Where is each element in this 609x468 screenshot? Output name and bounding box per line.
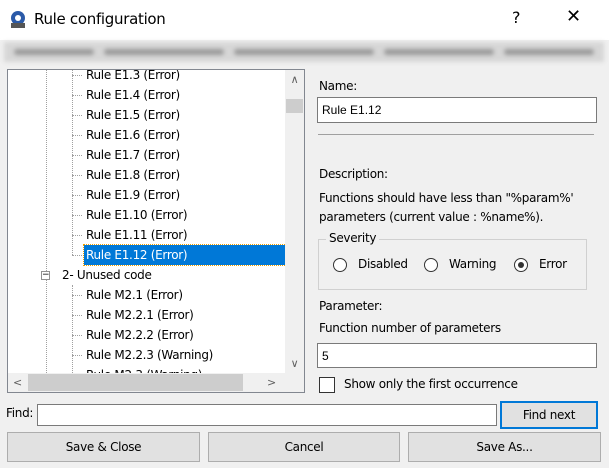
tree-item-label: Rule E1.5 (Error) xyxy=(86,108,180,122)
tree-line xyxy=(72,70,73,255)
tree-item-label: Rule E1.9 (Error) xyxy=(86,188,180,202)
tree-line xyxy=(72,335,82,336)
scroll-thumb[interactable] xyxy=(28,374,243,391)
separator xyxy=(318,134,594,135)
tree-line xyxy=(72,115,82,116)
tree-item-label: Rule E1.6 (Error) xyxy=(86,128,180,142)
tree-item-label: Rule E1.7 (Error) xyxy=(86,148,180,162)
severity-radio-warning[interactable] xyxy=(424,258,438,272)
severity-option-label: Error xyxy=(539,257,567,271)
scroll-thumb[interactable] xyxy=(286,99,303,113)
tree-item-label: Rule E1.11 (Error) xyxy=(86,228,188,242)
vertical-scrollbar[interactable]: ∧ ∨ xyxy=(285,70,304,373)
name-input[interactable] xyxy=(317,97,597,123)
tree-line xyxy=(72,135,82,136)
find-label: Find: xyxy=(6,406,34,420)
tree-line xyxy=(72,315,82,316)
parameter-input[interactable] xyxy=(317,343,597,368)
collapse-icon[interactable]: − xyxy=(41,271,50,280)
severity-option-label: Disabled xyxy=(358,257,408,271)
tree-item[interactable]: Rule E1.8 (Error) xyxy=(8,165,285,185)
scroll-down-icon[interactable]: ∨ xyxy=(286,355,303,372)
tree-item[interactable]: Rule M2.1 (Error) xyxy=(8,285,285,305)
parameter-name: Function number of parameters xyxy=(319,321,501,335)
scroll-right-icon[interactable]: > xyxy=(263,374,280,391)
tree-item-label: Rule E1.4 (Error) xyxy=(86,88,180,102)
gear-icon xyxy=(11,11,25,28)
tree-item-label: Rule M2.2.2 (Error) xyxy=(86,328,194,342)
tree-item[interactable]: Rule E1.12 (Error) xyxy=(8,244,287,266)
tree-line xyxy=(72,95,82,96)
scroll-up-icon[interactable]: ∧ xyxy=(286,71,303,88)
tree-line xyxy=(72,235,82,236)
scroll-left-icon[interactable]: < xyxy=(9,374,26,391)
tree-item[interactable]: Rule E1.6 (Error) xyxy=(8,125,285,145)
tree-line xyxy=(72,295,82,296)
severity-radio-disabled[interactable] xyxy=(333,258,347,272)
file-path-blurred xyxy=(4,42,604,62)
save-as-button[interactable]: Save As... xyxy=(408,432,601,462)
tree-item-label: 2- Unused code xyxy=(62,268,152,282)
tree-item[interactable]: Rule E1.7 (Error) xyxy=(8,145,285,165)
tree-line xyxy=(72,195,82,196)
horizontal-scrollbar[interactable]: < > xyxy=(8,373,304,392)
tree-line xyxy=(72,215,82,216)
cancel-button[interactable]: Cancel xyxy=(208,432,400,462)
tree-item[interactable]: Rule M2.2.3 (Warning) xyxy=(8,345,285,365)
severity-radio-error[interactable] xyxy=(514,258,528,272)
first-occurrence-label: Show only the first occurrence xyxy=(344,377,518,391)
tree-item[interactable]: Rule E1.3 (Error) xyxy=(8,69,285,85)
save-close-button[interactable]: Save & Close xyxy=(7,432,200,462)
tree-item[interactable]: Rule M2.2.1 (Error) xyxy=(8,305,285,325)
parameter-label: Parameter: xyxy=(319,299,383,313)
help-button[interactable]: ? xyxy=(512,8,521,27)
tree-item[interactable]: Rule E1.10 (Error) xyxy=(8,205,285,225)
tree-line xyxy=(72,355,82,356)
tree-item[interactable]: Rule E1.4 (Error) xyxy=(8,85,285,105)
tree-item[interactable]: Rule E1.5 (Error) xyxy=(8,105,285,125)
tree-item[interactable]: Rule M2.2.2 (Error) xyxy=(8,325,285,345)
tree-item-label: Rule E1.10 (Error) xyxy=(86,208,188,222)
tree-item-label: Rule M2.2.3 (Warning) xyxy=(86,348,214,362)
tree-item[interactable]: Rule E1.11 (Error) xyxy=(8,225,285,245)
tree-item-label: Rule M2.1 (Error) xyxy=(86,288,183,302)
description-label: Description: xyxy=(319,167,388,181)
tree-line xyxy=(72,255,82,256)
find-next-button[interactable]: Find next xyxy=(500,401,598,429)
tree-line xyxy=(72,285,73,373)
first-occurrence-checkbox[interactable] xyxy=(319,377,335,393)
tree-line xyxy=(72,155,82,156)
window-title: Rule configuration xyxy=(34,10,166,28)
severity-label: Severity xyxy=(326,231,380,245)
tree-group[interactable]: − 2- Unused code xyxy=(8,265,285,285)
tree-item-label: Rule E1.3 (Error) xyxy=(86,69,180,82)
tree-item[interactable]: Rule E1.9 (Error) xyxy=(8,185,285,205)
tree-line xyxy=(72,175,82,176)
description-text: Functions should have less than "%param%… xyxy=(319,191,574,224)
name-label: Name: xyxy=(319,79,357,93)
tree-line xyxy=(72,75,82,76)
find-input[interactable] xyxy=(37,404,497,426)
close-button[interactable]: ✕ xyxy=(566,6,581,27)
tree-item-label: Rule E1.12 (Error) xyxy=(83,244,287,266)
tree-item-label: Rule E1.8 (Error) xyxy=(86,168,180,182)
tree-item-label: Rule M2.2.1 (Error) xyxy=(86,308,194,322)
rule-tree[interactable]: Rule E1.3 (Error) Rule E1.4 (Error) Rule E… xyxy=(7,69,305,393)
severity-option-label: Warning xyxy=(449,257,497,271)
